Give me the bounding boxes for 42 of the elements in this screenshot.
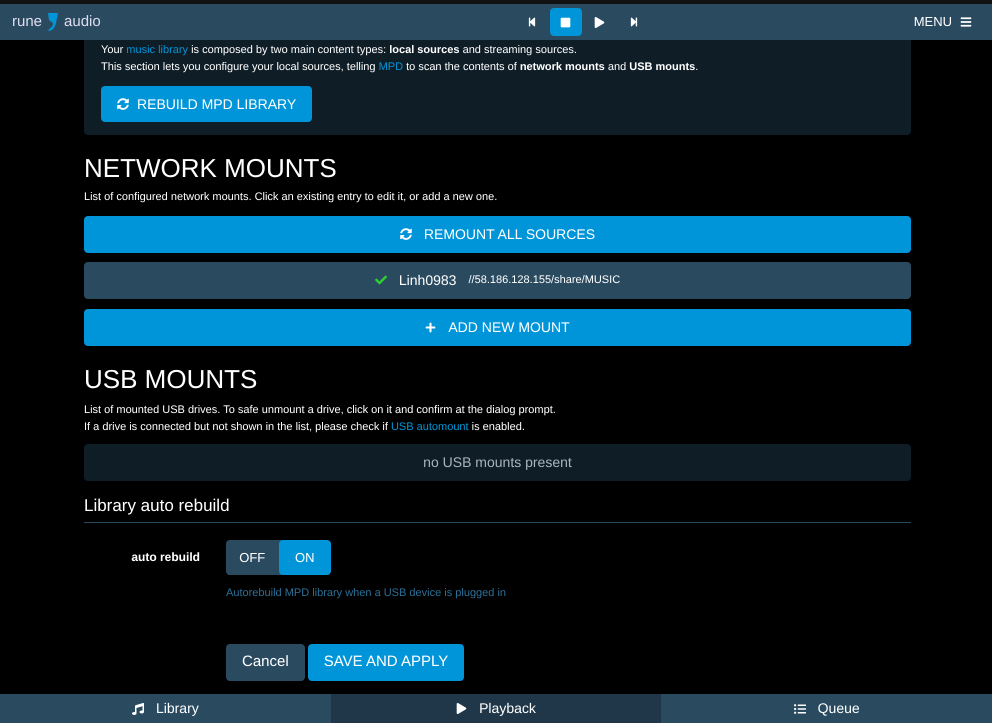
tab[interactable]: Library — [0, 694, 331, 723]
play-icon — [456, 703, 468, 714]
tab[interactable]: Queue — [661, 694, 992, 723]
help-text: Autorebuild MPD library when a USB device is plugged in — [226, 586, 506, 601]
add-mount-button[interactable]: ADD NEW MOUNT — [84, 308, 911, 346]
rebuild-button[interactable]: REBUILD MPD LIBRARY — [101, 86, 312, 122]
empty-state: no USB mounts present — [84, 444, 911, 480]
previous-icon — [526, 17, 537, 27]
logo-text: audio — [64, 12, 101, 32]
mount-path: //58.186.128.155/share/MUSIC — [468, 272, 620, 288]
description-text: List of mounted USB drives. To safe unmount a drive, click on it and confirm at the dialog prompt. — [84, 402, 557, 418]
remount-button[interactable]: REMOUNT ALL SOURCES — [84, 216, 911, 252]
text-link[interactable]: USB automount — [390, 420, 469, 432]
stop-icon — [560, 16, 572, 28]
section-title: USB MOUNTS — [84, 362, 258, 396]
mount-name: Linh0983 — [398, 270, 456, 290]
toggle-option[interactable]: ON — [278, 540, 331, 575]
logo-icon — [46, 11, 60, 33]
text-link[interactable]: MPD — [378, 61, 404, 73]
music-note-icon — [132, 702, 144, 714]
refresh-icon — [400, 228, 412, 240]
menu-button[interactable]: MENU — [914, 12, 980, 32]
description-text: This section lets you configure your local sources, telling MPD to scan the contents of network mounts and USB mounts. — [101, 60, 700, 75]
tab[interactable]: Playback — [330, 694, 662, 723]
save-button[interactable]: SAVE AND APPLY — [308, 644, 464, 680]
logo-text: rune — [12, 12, 42, 32]
subsection-title: Library auto rebuild — [84, 492, 911, 523]
field-label: auto rebuild — [130, 549, 201, 566]
section-title: NETWORK MOUNTS — [84, 152, 338, 185]
next-icon — [628, 17, 639, 27]
menu-icon — [960, 16, 972, 28]
description-text: If a drive is connected but not shown in the list, please check if USB automount is enabled. — [84, 420, 526, 434]
refresh-icon — [117, 98, 129, 110]
description-text: List of configured network mounts. Click an existing entry to edit it, or add a new one. — [84, 190, 498, 205]
cancel-button[interactable]: Cancel — [226, 644, 305, 680]
stop-button[interactable] — [550, 8, 582, 36]
mount-entry[interactable]: Linh0983 //58.186.128.155/share/MUSIC — [84, 262, 911, 298]
list-icon — [794, 702, 806, 714]
play-icon — [594, 16, 606, 28]
text-link[interactable]: music library — [126, 44, 188, 56]
description-text: Your music library is composed by two main content types: local sources and streaming sources. — [101, 43, 578, 58]
plus-icon — [425, 322, 436, 332]
